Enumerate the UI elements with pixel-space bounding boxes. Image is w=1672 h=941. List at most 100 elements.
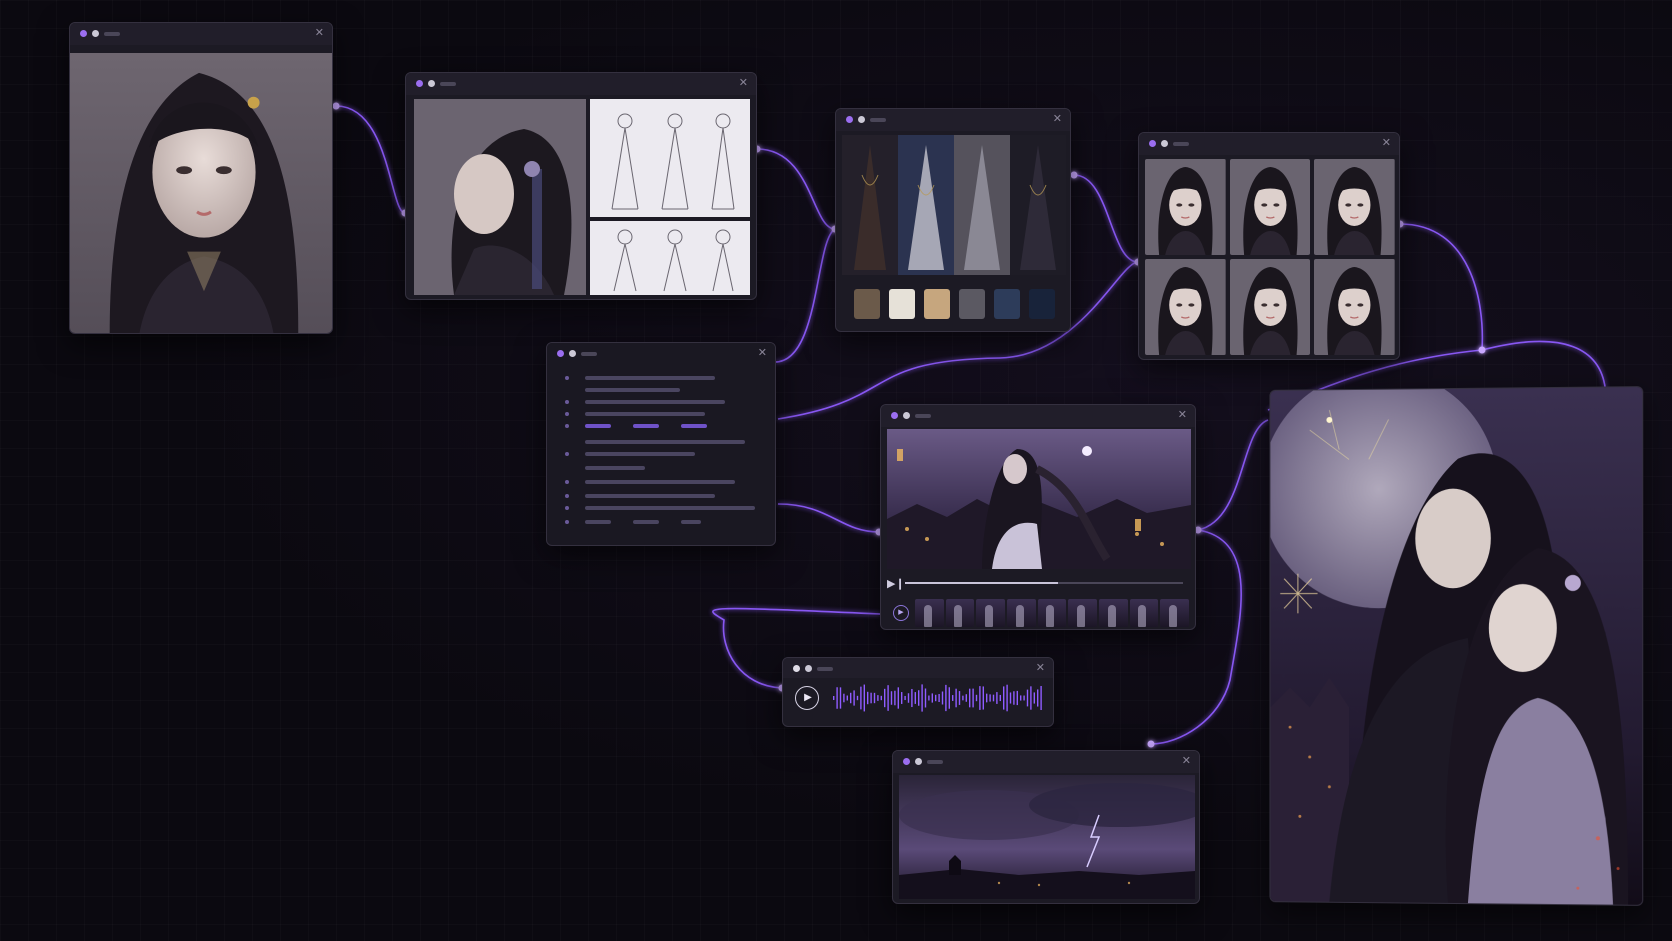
waveform-bar	[877, 695, 879, 701]
close-icon[interactable]: ✕	[1382, 137, 1391, 149]
script-line	[565, 439, 745, 444]
waveform-bar	[989, 694, 991, 702]
waveform-bar	[1026, 689, 1029, 707]
close-icon[interactable]: ✕	[1182, 755, 1191, 767]
color-palette	[854, 289, 1055, 319]
video-window[interactable]: ✕ ▶❙ ▶	[880, 404, 1196, 630]
script-line	[565, 493, 715, 498]
titlebar[interactable]: ✕	[836, 109, 1070, 131]
node-portrait-out[interactable]	[332, 102, 340, 110]
waveform-bar	[1016, 690, 1018, 706]
turnaround-window[interactable]: ✕	[405, 72, 757, 300]
play-pause-icon[interactable]: ▶❙	[887, 577, 905, 590]
timeline-frame[interactable]	[1007, 599, 1036, 627]
color-swatch[interactable]	[854, 289, 880, 319]
expression-tile[interactable]	[1229, 259, 1311, 355]
waveform-bar	[853, 690, 855, 706]
expression-tile[interactable]	[1229, 159, 1311, 255]
waveform-bar	[863, 684, 865, 712]
timeline-thumbnails[interactable]	[915, 599, 1190, 627]
close-icon[interactable]: ✕	[1036, 662, 1045, 674]
waveform-bar	[965, 694, 967, 702]
title-placeholder	[817, 667, 833, 671]
title-placeholder	[927, 760, 943, 764]
waveform-bar	[887, 685, 889, 711]
wire-portrait-turnaround	[335, 105, 406, 214]
node-storm-in[interactable]	[1147, 740, 1155, 748]
close-icon[interactable]: ✕	[739, 77, 748, 89]
audio-window[interactable]: ✕ ▶	[782, 657, 1054, 727]
video-preview[interactable]	[887, 429, 1191, 569]
waveform-bar	[941, 691, 944, 705]
close-icon[interactable]: ✕	[758, 347, 767, 359]
window-dot	[80, 30, 87, 37]
waveform-bar	[870, 692, 872, 704]
color-swatch[interactable]	[1029, 289, 1055, 319]
titlebar[interactable]: ✕	[881, 405, 1195, 427]
window-dot	[846, 116, 853, 123]
expression-grid	[1145, 159, 1395, 355]
timeline-frame[interactable]	[1068, 599, 1098, 627]
waveform-bar	[867, 691, 869, 705]
timeline-play-icon[interactable]: ▶	[893, 605, 909, 621]
poster-artwork[interactable]	[1269, 386, 1644, 906]
waveform-bar	[1023, 695, 1025, 701]
waveform-bar	[897, 687, 899, 709]
waveform-bar	[1003, 686, 1005, 710]
waveform-bar	[839, 687, 842, 709]
waveform-bar	[843, 693, 845, 703]
timeline-frame[interactable]	[1099, 599, 1128, 627]
title-placeholder	[1173, 142, 1189, 146]
node-poster-junction[interactable]	[1478, 346, 1486, 354]
titlebar[interactable]: ✕	[1139, 133, 1399, 155]
timeline-frame[interactable]	[1129, 599, 1159, 627]
script-line	[565, 465, 645, 470]
window-dot	[903, 412, 910, 419]
node-costume-out[interactable]	[1070, 171, 1078, 179]
waveform-bar	[1033, 692, 1035, 704]
playback-controls: ▶❙	[887, 573, 1189, 593]
close-icon[interactable]: ✕	[315, 27, 324, 39]
wire-expressions-poster	[1399, 223, 1484, 351]
waveform-bar	[860, 686, 862, 710]
waveform-bar	[924, 688, 927, 708]
color-swatch[interactable]	[959, 289, 985, 319]
color-swatch[interactable]	[889, 289, 915, 319]
script-line	[565, 451, 695, 456]
close-icon[interactable]: ✕	[1178, 409, 1187, 421]
timeline-frame[interactable]	[1037, 599, 1067, 627]
script-window[interactable]: ✕	[546, 342, 776, 546]
waveform-bar	[907, 693, 910, 703]
titlebar[interactable]: ✕	[783, 658, 1053, 678]
waveform-bar	[856, 695, 859, 701]
script-line	[565, 387, 680, 392]
timeline-frame[interactable]	[1160, 599, 1190, 627]
expression-tile[interactable]	[1314, 259, 1395, 355]
close-icon[interactable]: ✕	[1053, 113, 1062, 125]
audio-waveform[interactable]	[831, 682, 1045, 714]
color-swatch[interactable]	[994, 289, 1020, 319]
costume-window[interactable]: ✕	[835, 108, 1071, 332]
expression-tile[interactable]	[1314, 159, 1395, 255]
portrait-window[interactable]: ✕	[69, 22, 333, 334]
window-dot	[416, 80, 423, 87]
scrubber[interactable]	[905, 582, 1183, 584]
color-swatch[interactable]	[924, 289, 950, 319]
titlebar[interactable]: ✕	[70, 23, 332, 45]
title-placeholder	[440, 82, 456, 86]
waveform-bar	[901, 692, 903, 704]
timeline-frame[interactable]	[976, 599, 1006, 627]
storm-window[interactable]: ✕	[892, 750, 1200, 904]
expressions-window[interactable]: ✕	[1138, 132, 1400, 360]
titlebar[interactable]: ✕	[547, 343, 775, 365]
expression-tile[interactable]	[1145, 259, 1226, 355]
expression-tile[interactable]	[1145, 159, 1226, 255]
timeline-frame[interactable]	[915, 599, 944, 627]
window-dot	[858, 116, 865, 123]
titlebar[interactable]: ✕	[406, 73, 756, 95]
play-icon[interactable]: ▶	[795, 686, 819, 710]
waveform-bar	[948, 687, 950, 709]
waveform-bar	[979, 686, 981, 710]
timeline-frame[interactable]	[945, 599, 975, 627]
titlebar[interactable]: ✕	[893, 751, 1199, 773]
